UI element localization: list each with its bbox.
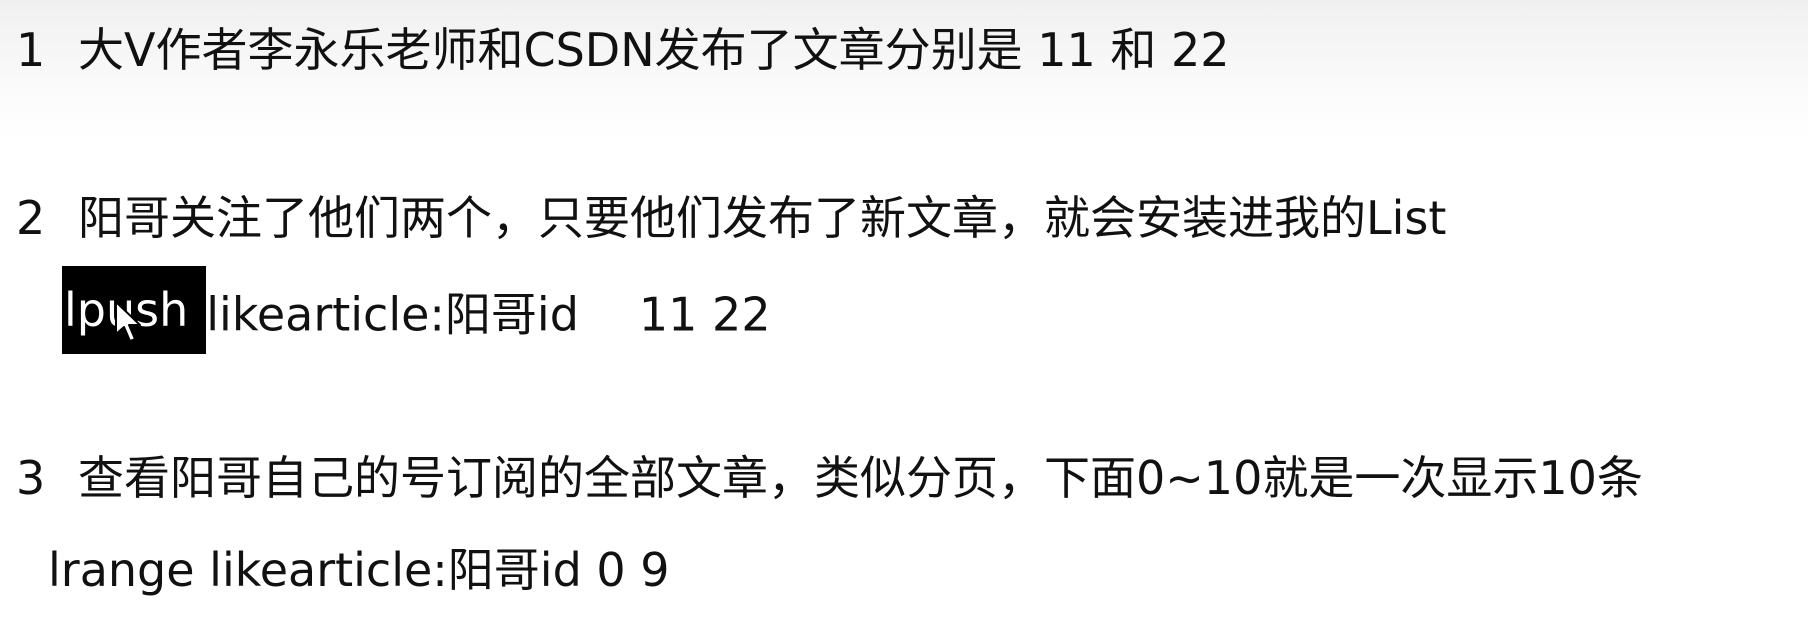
step-2-number: 2 [16,191,46,245]
step-2-line: 2 阳哥关注了他们两个，只要他们发布了新文章，就会安装进我的List [0,190,1446,246]
step-3-number: 3 [16,451,46,505]
step-2-text: 阳哥关注了他们两个，只要他们发布了新文章，就会安装进我的List [78,191,1447,245]
step-1-text: 大V作者李永乐老师和CSDN发布了文章分别是 11 和 22 [78,23,1230,77]
lpush-keyword-selected[interactable]: lpush [62,266,207,354]
mouse-cursor-icon [115,301,141,342]
lpush-command-line: lpush likearticle:阳哥id 11 22 [62,266,771,354]
lrange-command: lrange likearticle:阳哥id 0 9 [48,543,670,597]
lpush-key: likearticle:阳哥id [206,287,579,342]
lpush-values: 11 22 [638,287,771,342]
step-1-number: 1 [16,23,46,77]
step-1-line: 1 大V作者李永乐老师和CSDN发布了文章分别是 11 和 22 [0,22,1230,78]
lrange-command-line: lrange likearticle:阳哥id 0 9 [48,542,670,598]
step-3-text: 查看阳哥自己的号订阅的全部文章，类似分页，下面0~10就是一次显示10条 [78,451,1643,505]
step-3-line: 3 查看阳哥自己的号订阅的全部文章，类似分页，下面0~10就是一次显示10条 [0,450,1643,506]
